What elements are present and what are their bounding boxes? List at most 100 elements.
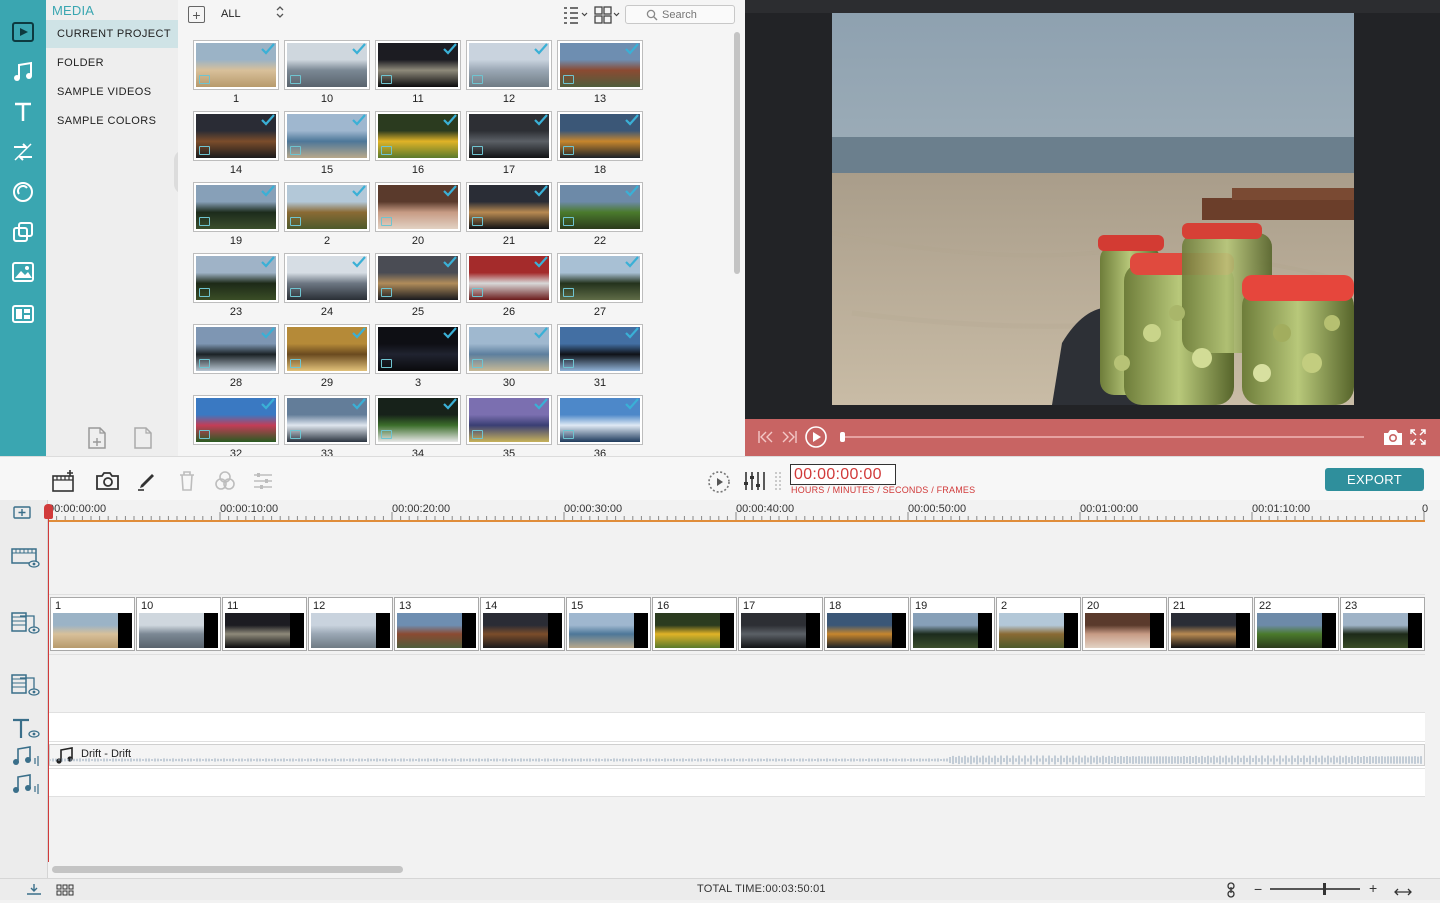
thumbnail-frame[interactable] [557, 324, 643, 374]
media-thumbnail[interactable]: 21 [466, 182, 552, 252]
transition-icon[interactable] [8, 137, 38, 167]
sidebar-item-sample-videos[interactable]: SAMPLE VIDEOS [46, 78, 178, 106]
audio-clip[interactable]: Drift - Drift [49, 744, 1425, 766]
import-media-button[interactable]: + [188, 6, 205, 23]
progress-track[interactable] [841, 436, 1364, 438]
media-thumbnail[interactable]: 28 [193, 324, 279, 394]
video-track-pip[interactable] [49, 522, 1425, 595]
media-thumbnail[interactable]: 36 [557, 395, 643, 456]
export-button[interactable]: EXPORT [1325, 468, 1424, 491]
media-thumbnail[interactable]: 32 [193, 395, 279, 456]
thumbnail-frame[interactable] [193, 395, 279, 445]
media-thumbnail[interactable]: 29 [284, 324, 370, 394]
media-thumbnail[interactable]: 17 [466, 111, 552, 181]
media-thumbnail[interactable]: 24 [284, 253, 370, 323]
thumbnail-frame[interactable] [193, 40, 279, 90]
timeline-clip[interactable]: 18 [824, 597, 909, 651]
media-thumbnail[interactable]: 19 [193, 182, 279, 252]
music-track-2[interactable] [49, 769, 1425, 797]
add-track-head-icon[interactable] [12, 504, 32, 522]
adjust-sliders-icon[interactable] [252, 470, 276, 492]
sidebar-item-sample-colors[interactable]: SAMPLE COLORS [46, 107, 178, 135]
thumbnail-frame[interactable] [375, 182, 461, 232]
search-box[interactable] [625, 5, 735, 24]
sidebar-item-current-project[interactable]: CURRENT PROJECT [46, 20, 178, 48]
main-video-track-icon[interactable] [10, 610, 42, 636]
media-thumbnail[interactable]: 27 [557, 253, 643, 323]
media-thumbnail[interactable]: 1 [193, 40, 279, 110]
thumbnail-frame[interactable] [557, 395, 643, 445]
fullscreen-icon[interactable] [1410, 429, 1426, 450]
media-thumbnail[interactable]: 34 [375, 395, 461, 456]
play-button[interactable] [805, 426, 827, 453]
media-thumbnail[interactable]: 14 [193, 111, 279, 181]
overlay-icon[interactable] [8, 217, 38, 247]
thumbnail-frame[interactable] [375, 111, 461, 161]
timecode-field[interactable]: 00:00:00:00 [790, 464, 896, 485]
timeline-clip[interactable]: 20 [1082, 597, 1167, 651]
video-track-visibility-icon[interactable] [10, 544, 42, 570]
element-icon[interactable] [8, 257, 38, 287]
delete-trash-icon[interactable] [177, 470, 201, 492]
audio-mixer-icon[interactable] [742, 470, 766, 492]
zoom-out-icon[interactable]: − [1254, 881, 1262, 897]
filter-select[interactable]: ALL [221, 8, 241, 20]
skip-forward-icon[interactable] [782, 430, 798, 449]
timeline-clip[interactable]: 14 [480, 597, 565, 651]
remove-folder-icon[interactable] [132, 426, 154, 450]
fit-timeline-icon[interactable] [1394, 884, 1412, 902]
media-thumbnail[interactable]: 15 [284, 111, 370, 181]
grid-view-icon[interactable] [594, 5, 622, 25]
thumbnail-frame[interactable] [466, 111, 552, 161]
media-thumbnail[interactable]: 13 [557, 40, 643, 110]
media-thumbnail[interactable]: 33 [284, 395, 370, 456]
time-ruler[interactable]: 00:00:00:00 00:00:10:00 00:00:20:00 00:00:3… [48, 500, 1428, 522]
thumbnail-frame[interactable] [375, 253, 461, 303]
thumbnail-frame[interactable] [557, 40, 643, 90]
media-thumbnail[interactable]: 26 [466, 253, 552, 323]
media-thumbnail[interactable]: 2 [284, 182, 370, 252]
storyboard-icon[interactable] [56, 883, 74, 901]
timeline-import-icon[interactable] [26, 882, 42, 901]
thumbnail-frame[interactable] [375, 395, 461, 445]
progress-knob[interactable] [840, 432, 845, 442]
timeline-horizontal-scrollbar[interactable] [52, 866, 403, 873]
thumbnail-frame[interactable] [284, 324, 370, 374]
timeline-clip[interactable]: 11 [222, 597, 307, 651]
music-track-2-icon[interactable] [10, 772, 42, 798]
thumbnail-frame[interactable] [466, 253, 552, 303]
snapshot-camera-icon[interactable] [1382, 428, 1404, 451]
timeline-clip[interactable]: 10 [136, 597, 221, 651]
add-track-icon[interactable] [52, 470, 76, 492]
split-screen-icon[interactable] [8, 299, 38, 329]
thumbnail-frame[interactable] [193, 182, 279, 232]
thumbnail-frame[interactable] [284, 253, 370, 303]
text-track[interactable] [49, 713, 1425, 742]
text-icon[interactable] [8, 97, 38, 127]
zoom-slider[interactable] [1270, 888, 1360, 890]
media-thumbnail[interactable]: 10 [284, 40, 370, 110]
timeline-clip[interactable]: 22 [1254, 597, 1339, 651]
timeline-clip[interactable]: 13 [394, 597, 479, 651]
thumbnail-frame[interactable] [284, 111, 370, 161]
thumbnail-frame[interactable] [557, 111, 643, 161]
timeline-clip[interactable]: 2 [996, 597, 1081, 651]
filter-updown-icon[interactable] [276, 5, 284, 22]
thumbnail-frame[interactable] [284, 40, 370, 90]
thumbnail-frame[interactable] [557, 182, 643, 232]
record-camera-icon[interactable] [95, 470, 119, 492]
thumbnail-frame[interactable] [193, 253, 279, 303]
sidebar-item-folder[interactable]: FOLDER [46, 49, 178, 77]
thumbnail-frame[interactable] [284, 182, 370, 232]
media-thumbnail[interactable]: 3 [375, 324, 461, 394]
main-video-track[interactable]: 1 10 11 12 13 14 15 16 17 18 19 2 20 21 22 23 [49, 595, 1425, 655]
thumbnail-frame[interactable] [466, 182, 552, 232]
thumbnail-frame[interactable] [466, 40, 552, 90]
timeline-clip[interactable]: 21 [1168, 597, 1253, 651]
music-icon[interactable] [8, 57, 38, 87]
media-thumbnail[interactable]: 20 [375, 182, 461, 252]
thumbnail-frame[interactable] [193, 111, 279, 161]
text-track-icon[interactable] [10, 716, 42, 742]
new-folder-icon[interactable] [86, 426, 108, 450]
media-thumbnail[interactable]: 25 [375, 253, 461, 323]
